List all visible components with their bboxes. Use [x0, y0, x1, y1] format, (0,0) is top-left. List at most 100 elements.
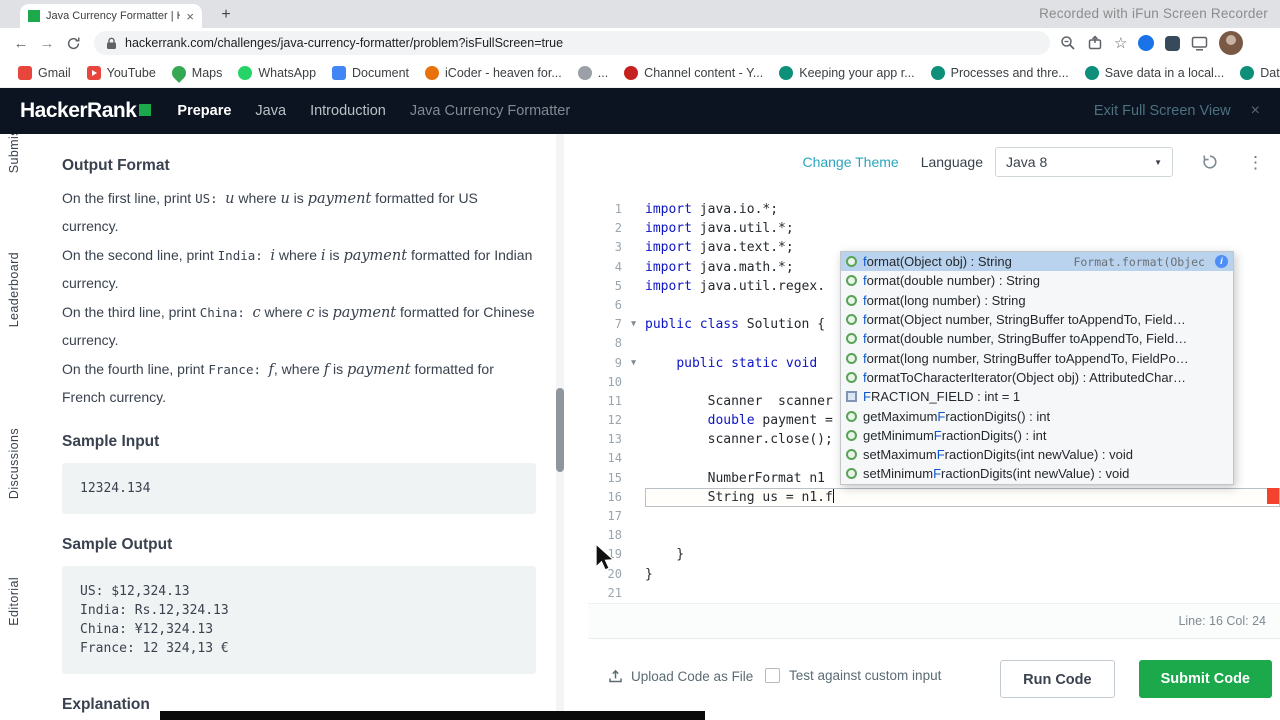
bookmark-icon — [930, 65, 945, 80]
suggestion-post: ormat(Object number, StringBuffer toAppe… — [866, 312, 1186, 328]
problem-paragraph: On the third line, print China: c where … — [62, 299, 536, 354]
method-icon — [846, 429, 857, 441]
problem-scrollbar-thumb[interactable] — [556, 388, 564, 472]
bookmark-item-[interactable]: ... — [570, 65, 616, 80]
suggestion-post: ormatToCharacterIterator(Object obj) : A… — [866, 369, 1186, 385]
method-icon — [846, 371, 857, 383]
code-text: } — [645, 547, 685, 563]
cursor-position-status: Line: 16 Col: 24 — [1178, 614, 1266, 628]
fold-gutter — [622, 219, 645, 238]
refresh-icon[interactable] — [60, 36, 86, 51]
autocomplete-item[interactable]: format(long number) : String — [841, 291, 1233, 310]
line-number: 15 — [607, 470, 622, 485]
autocomplete-item[interactable]: format(Object number, StringBuffer toApp… — [841, 310, 1233, 329]
code-line[interactable]: 1 import java.io.*; — [588, 200, 1280, 219]
url-bar[interactable]: hackerrank.com/challenges/java-currency-… — [94, 31, 1050, 55]
autocomplete-item[interactable]: formatToCharacterIterator(Object obj) : … — [841, 368, 1233, 387]
method-icon — [846, 449, 857, 461]
autocomplete-item[interactable]: getMinimumFractionDigits() : int — [841, 426, 1233, 445]
suggestion-post: ormat(long number, StringBuffer toAppend… — [866, 350, 1189, 366]
screen-recorder-icon[interactable] — [1191, 36, 1208, 51]
bookmarks-bar: Gmail YouTube Maps WhatsApp Document iCoder -… — [0, 58, 1280, 88]
bookmark-item-data-and-file-storag[interactable]: Data and file storag... — [1232, 65, 1280, 80]
code-line[interactable]: 19 } — [588, 545, 1280, 564]
text-token: On the third line, print — [62, 304, 200, 320]
autocomplete-item[interactable]: FRACTION_FIELD : int = 1 — [841, 387, 1233, 406]
browser-tab[interactable]: Java Currency Formatter | Hacker × — [20, 4, 202, 28]
line-number: 9 — [614, 355, 622, 370]
bookmark-item-icoder-heaven-for[interactable]: iCoder - heaven for... — [417, 65, 570, 80]
change-theme-link[interactable]: Change Theme — [802, 154, 898, 170]
bookmark-label: Save data in a local... — [1104, 65, 1225, 80]
code-line[interactable]: 2 import java.util.*; — [588, 219, 1280, 238]
fold-caret-icon[interactable]: ▼ — [622, 354, 645, 373]
bookmark-item-keeping-your-app-r[interactable]: Keeping your app r... — [771, 65, 922, 80]
autocomplete-item[interactable]: setMaximumFractionDigits(int newValue) :… — [841, 445, 1233, 464]
bookmark-icon — [332, 65, 347, 80]
bookmark-item-youtube[interactable]: YouTube — [79, 65, 164, 80]
forward-icon[interactable]: → — [34, 35, 60, 52]
share-icon[interactable] — [1087, 35, 1103, 51]
bookmark-label: Gmail — [38, 65, 71, 80]
extension-icon-blue[interactable] — [1138, 35, 1155, 51]
method-icon — [846, 352, 857, 364]
sidebar-tab-submissions[interactable]: Submissions — [7, 134, 21, 173]
exit-fullscreen-link[interactable]: Exit Full Screen View — [1094, 103, 1231, 119]
upload-code-button[interactable]: Upload Code as File — [608, 669, 753, 684]
bookmark-item-maps[interactable]: Maps — [164, 62, 231, 83]
line-number: 14 — [607, 451, 622, 466]
autocomplete-item[interactable]: format(long number, StringBuffer toAppen… — [841, 348, 1233, 367]
sidebar-tab-leaderboard[interactable]: Leaderboard — [7, 252, 21, 327]
bookmark-item-whatsapp[interactable]: WhatsApp — [230, 65, 324, 80]
run-code-button[interactable]: Run Code — [1000, 660, 1115, 698]
nav-item-prepare[interactable]: Prepare — [177, 103, 231, 119]
recorder-watermark: Recorded with iFun Screen Recorder — [1039, 6, 1268, 21]
nav-item-introduction[interactable]: Introduction — [310, 103, 386, 119]
profile-avatar[interactable] — [1219, 31, 1244, 55]
sidebar-tab-editorial[interactable]: Editorial — [7, 577, 21, 626]
nav-item-java[interactable]: Java — [255, 103, 286, 119]
sidebar-tab-discussions[interactable]: Discussions — [7, 428, 21, 499]
bookmark-item-save-data-in-a-local[interactable]: Save data in a local... — [1077, 65, 1233, 80]
suggestion-text: format(long number, StringBuffer toAppen… — [863, 351, 1189, 366]
language-select[interactable]: Java 8 ▼ — [995, 147, 1173, 177]
code-line[interactable]: 16 String us = n1.f — [588, 487, 1280, 507]
suggestion-match: F — [936, 447, 945, 463]
code-line[interactable]: 17 — [588, 507, 1280, 526]
new-tab-button[interactable]: + — [214, 4, 238, 26]
hackerrank-logo[interactable]: HackerRank — [20, 99, 152, 123]
back-icon[interactable]: ← — [8, 35, 34, 52]
history-icon[interactable] — [1201, 153, 1219, 171]
code-editor[interactable]: 1 import java.io.*; 2 import java.util.*; 3 i… — [588, 196, 1280, 607]
math-token: c — [306, 305, 315, 321]
tab-close-icon[interactable]: × — [186, 10, 194, 23]
suggestion-post: ormat(Object obj) : String — [866, 254, 1012, 270]
extensions-puzzle-icon[interactable] — [1165, 35, 1181, 51]
bookmark-item-channel-content-y[interactable]: Channel content - Y... — [616, 65, 771, 80]
code-line[interactable]: 20} — [588, 565, 1280, 584]
bookmark-star-icon[interactable]: ☆ — [1114, 36, 1127, 51]
custom-input-checkbox[interactable] — [765, 668, 780, 683]
header-close-icon[interactable]: × — [1251, 103, 1260, 119]
autocomplete-item[interactable]: format(Object obj) : String Format.format… — [841, 252, 1233, 272]
text-token: is — [329, 361, 347, 377]
code-line[interactable]: 18 — [588, 526, 1280, 545]
bookmark-label: YouTube — [106, 65, 156, 80]
autocomplete-item[interactable]: format(double number, StringBuffer toApp… — [841, 329, 1233, 348]
zoom-icon[interactable] — [1060, 35, 1076, 51]
bookmark-item-gmail[interactable]: Gmail — [10, 65, 79, 80]
nav-item-java-currency-formatter[interactable]: Java Currency Formatter — [410, 103, 570, 119]
fold-gutter — [622, 296, 645, 315]
code-line[interactable]: 21 — [588, 584, 1280, 603]
autocomplete-item[interactable]: getMaximumFractionDigits() : int — [841, 406, 1233, 425]
autocomplete-item[interactable]: format(double number) : String — [841, 271, 1233, 290]
left-rail: Submissions Leaderboard Discussions Editori… — [0, 134, 30, 720]
autocomplete-item[interactable]: setMinimumFractionDigits(int newValue) :… — [841, 464, 1233, 483]
submit-code-button[interactable]: Submit Code — [1138, 660, 1272, 698]
bookmark-item-processes-and-thre[interactable]: Processes and thre... — [923, 65, 1077, 80]
fold-gutter — [622, 488, 645, 507]
bookmark-icon — [1084, 65, 1099, 80]
kebab-menu-icon[interactable]: ⋮ — [1247, 154, 1264, 171]
bookmark-item-document[interactable]: Document — [324, 65, 417, 80]
fold-caret-icon[interactable]: ▼ — [622, 315, 645, 334]
